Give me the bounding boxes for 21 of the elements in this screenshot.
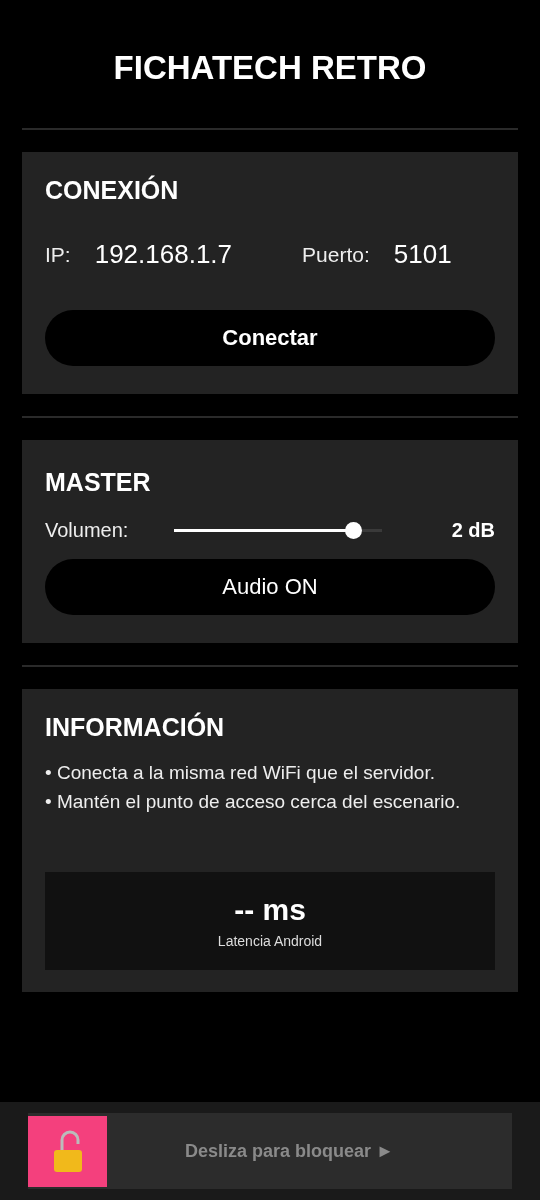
connect-button[interactable]: Conectar [45, 310, 495, 366]
lock-handle[interactable] [28, 1115, 107, 1187]
port-value[interactable]: 5101 [393, 239, 452, 270]
latency-value: -- ms [234, 893, 306, 927]
lock-slider[interactable]: Desliza para bloquear ► [28, 1113, 512, 1189]
volume-label: Volumen: [45, 518, 129, 542]
slide-label: Desliza para bloquear ► [184, 1140, 395, 1162]
volume-reading: 2 dB [451, 518, 495, 542]
ip-label: IP: [45, 242, 71, 267]
slider-thumb[interactable] [345, 521, 363, 539]
section-heading: CONEXIÓN [45, 176, 180, 205]
audio-button[interactable]: Audio ON [45, 559, 495, 615]
latency-label: Latencia Android [217, 933, 323, 949]
section-heading: MASTER [45, 468, 152, 497]
info-text: • Conecta a la misma red WiFi que el servidor. [45, 761, 436, 785]
port-label: Puerto: [302, 242, 370, 267]
padlock-open-icon [51, 1129, 84, 1173]
app-title: FICHATECH RETRO [112, 48, 428, 88]
ip-value[interactable]: 192.168.1.7 [94, 239, 233, 270]
info-text: • Mantén el punto de acceso cerca del escenario. [45, 790, 462, 814]
section-heading: INFORMACIÓN [45, 713, 226, 742]
